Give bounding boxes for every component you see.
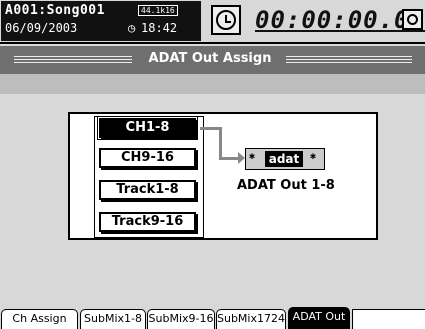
source-button-ch1-8[interactable]: CH1-8	[97, 116, 198, 140]
tab-submix-1-8[interactable]: SubMix1-8	[80, 309, 146, 329]
clock-hand	[225, 21, 231, 23]
optical-port-icon: ✱	[249, 151, 256, 162]
sample-rate-badge: 44.1k16	[138, 5, 178, 16]
tab-submix-9-16[interactable]: SubMix9-16	[147, 309, 215, 329]
title-stripe	[286, 56, 412, 63]
title-stripe	[14, 56, 132, 63]
source-button-track1-8[interactable]: Track1-8	[99, 180, 196, 200]
clock-time: 18:42	[141, 21, 178, 35]
page-title: ADAT Out Assign	[148, 51, 272, 66]
clock-icon: ◷	[128, 21, 136, 35]
time-base-icon[interactable]	[402, 9, 423, 30]
source-button-ch9-16[interactable]: CH9-16	[99, 148, 196, 168]
title-bar-shade	[0, 74, 425, 94]
tab-adat-out[interactable]: ADAT Out	[288, 307, 350, 329]
clock-icon	[216, 10, 236, 30]
source-button-track9-16[interactable]: Track9-16	[99, 212, 196, 232]
tab-ch-assign[interactable]: Ch Assign	[1, 309, 78, 329]
page-title-bar: ADAT Out Assign	[0, 46, 425, 74]
tab-submix-17-24[interactable]: SubMix1724	[216, 309, 286, 329]
time-base-dial	[407, 14, 418, 25]
song-info-panel[interactable]: A001:Song001 06/09/2003 44.1k16 ◷ 18:42	[1, 1, 201, 41]
song-date: 06/09/2003	[5, 21, 78, 35]
song-title: A001:Song001	[5, 3, 105, 18]
adat-output-label: ADAT Out 1-8	[237, 178, 335, 193]
time-counter: 00:00:00.000	[255, 6, 425, 34]
adat-logo: adat	[265, 151, 303, 167]
optical-port-icon: ✱	[310, 151, 317, 162]
tab-bar-filler	[352, 309, 425, 329]
locate-clock-button[interactable]	[211, 5, 241, 35]
arrow-right-icon	[238, 152, 245, 164]
adat-output-block: ✱ adat ✱	[245, 148, 325, 170]
connection-line	[219, 127, 222, 160]
